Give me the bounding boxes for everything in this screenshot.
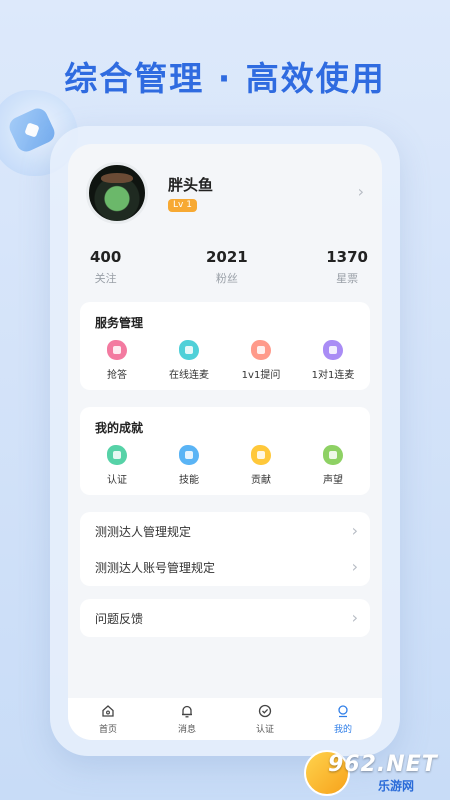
bottom-tab-bar: 首页 消息 认证 我的 — [68, 698, 382, 740]
service-online-mic[interactable]: 在线连麦 — [153, 340, 225, 381]
reputation-icon — [323, 445, 343, 465]
stat-value: 400 — [90, 248, 122, 266]
chevron-right-icon[interactable]: › — [358, 182, 364, 201]
achievement-certification[interactable]: 认证 — [81, 445, 153, 486]
tab-mine[interactable]: 我的 — [313, 704, 373, 735]
bell-icon — [182, 705, 192, 718]
check-icon — [107, 445, 127, 465]
rules-row-label: 测测达人管理规定 — [95, 525, 192, 539]
stat-star-tickets[interactable]: 1370 星票 — [326, 248, 368, 286]
feedback-row[interactable]: 问题反馈 › — [80, 600, 370, 636]
stat-following[interactable]: 400 关注 — [90, 248, 121, 286]
watermark-subtext: 乐游网 — [378, 779, 415, 793]
profile-icon — [338, 705, 348, 718]
home-icon — [102, 705, 114, 717]
watermark-text: 962.NET — [328, 752, 438, 777]
stat-value: 1370 — [326, 248, 368, 266]
rules-card: 测测达人管理规定 › 测测达人账号管理规定 › — [80, 512, 370, 586]
username: 胖头鱼 — [168, 176, 214, 194]
chevron-right-icon: › — [351, 557, 358, 576]
skill-icon — [179, 445, 199, 465]
service-1on1-mic[interactable]: 1对1连麦 — [297, 340, 369, 381]
tab-label: 消息 — [177, 725, 196, 735]
tab-label: 认证 — [255, 725, 274, 735]
achievement-label: 声望 — [323, 475, 343, 486]
achievement-skill[interactable]: 技能 — [153, 445, 225, 486]
rules-row-account[interactable]: 测测达人账号管理规定 › — [80, 549, 370, 585]
service-label: 1v1提问 — [241, 370, 281, 381]
watermark-logo: 962.NET 乐游网 — [304, 750, 444, 796]
avatar[interactable] — [86, 162, 148, 224]
stats-bar: 400 关注 2021 粉丝 1370 星票 — [82, 248, 368, 286]
stat-label: 粉丝 — [215, 272, 238, 285]
message-icon — [251, 340, 271, 360]
services-grid: 抢答 在线连麦 1v1提问 1对1连麦 — [80, 340, 370, 381]
achievements-title: 我的成就 — [95, 421, 144, 435]
tab-messages[interactable]: 消息 — [157, 704, 217, 735]
achievement-contribution[interactable]: 贡献 — [225, 445, 297, 486]
achievements-card: 我的成就 认证 技能 贡献 声望 — [80, 407, 370, 495]
achievement-label: 技能 — [179, 475, 199, 486]
profile-header[interactable]: 胖头鱼 Lv 1 › — [86, 162, 368, 224]
achievement-reputation[interactable]: 声望 — [297, 445, 369, 486]
badge-check-icon — [258, 704, 272, 718]
services-card: 服务管理 抢答 在线连麦 1v1提问 1对1连麦 — [80, 302, 370, 390]
tab-certification[interactable]: 认证 — [235, 704, 295, 735]
tab-home[interactable]: 首页 — [78, 704, 138, 735]
level-badge: Lv 1 — [168, 199, 197, 212]
rules-row-management[interactable]: 测测达人管理规定 › — [80, 513, 370, 549]
headline: 综合管理 · 高效使用 — [64, 59, 386, 98]
achievement-label: 认证 — [107, 475, 127, 486]
stat-label: 关注 — [94, 272, 117, 285]
chevron-right-icon: › — [351, 521, 358, 540]
service-1v1-question[interactable]: 1v1提问 — [225, 340, 297, 381]
achievement-label: 贡献 — [251, 475, 271, 486]
stat-fans[interactable]: 2021 粉丝 — [206, 248, 248, 286]
service-label: 在线连麦 — [169, 370, 209, 381]
contribution-icon — [251, 445, 271, 465]
services-title: 服务管理 — [95, 316, 144, 330]
play-icon — [179, 340, 199, 360]
rules-row-label: 测测达人账号管理规定 — [95, 561, 216, 575]
feedback-card: 问题反馈 › — [80, 599, 370, 637]
chevron-right-icon: › — [351, 608, 358, 627]
service-grab-answer[interactable]: 抢答 — [81, 340, 153, 381]
service-label: 1对1连麦 — [311, 370, 355, 381]
stat-label: 星票 — [336, 272, 359, 285]
lightning-icon — [107, 340, 127, 360]
feedback-label: 问题反馈 — [95, 612, 144, 626]
tab-label: 我的 — [333, 725, 352, 735]
phone-icon — [323, 340, 343, 360]
service-label: 抢答 — [107, 370, 127, 381]
app-screen: 胖头鱼 Lv 1 › 400 关注 2021 粉丝 1370 星票 服务管理 抢… — [68, 144, 382, 740]
stat-value: 2021 — [206, 248, 248, 266]
achievements-grid: 认证 技能 贡献 声望 — [80, 445, 370, 486]
tab-label: 首页 — [98, 725, 117, 735]
